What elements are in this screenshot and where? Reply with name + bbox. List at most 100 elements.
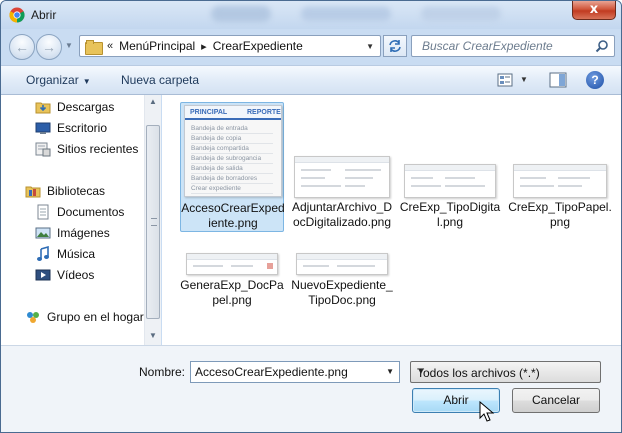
breadcrumb-separator[interactable]: ▸: [201, 40, 207, 53]
thumbnail-line: [301, 177, 325, 179]
thumbnail-line: [193, 265, 223, 267]
scroll-down-icon[interactable]: ▼: [149, 331, 157, 340]
file-list: PRINCIPAL REPORTE Bandeja de entrada Ban…: [162, 95, 621, 345]
organize-menu[interactable]: Organizar ▼: [26, 73, 91, 87]
filename-label: Nombre:: [139, 365, 186, 379]
image-thumbnail: PRINCIPAL REPORTE Bandeja de entrada Ban…: [184, 105, 282, 197]
thumbnail-line: [520, 177, 546, 179]
sidebar-item-musica[interactable]: Música: [35, 245, 95, 263]
sidebar-item-bibliotecas[interactable]: Bibliotecas: [25, 182, 105, 200]
file-item[interactable]: AdjuntarArchivo_DocDigitalizado.png: [290, 102, 394, 252]
refresh-button[interactable]: [383, 35, 407, 57]
file-item[interactable]: CreExp_TipoDigital.png: [398, 102, 502, 232]
thumbnail-line: [345, 177, 373, 179]
sidebar-item-label: Música: [57, 247, 96, 261]
close-button[interactable]: x: [572, 1, 616, 20]
libraries-icon: [25, 186, 41, 198]
sidebar-item-label: Vídeos: [57, 268, 95, 282]
filename-input[interactable]: [195, 362, 375, 382]
sidebar-item-sitios-recientes[interactable]: Sitios recientes: [35, 140, 138, 158]
navigation-scrollbar[interactable]: ▲ ▼: [144, 95, 161, 345]
sidebar-item-label: Grupo en el hogar: [47, 310, 144, 324]
preview-pane-icon[interactable]: [549, 72, 567, 88]
thumbnail-line: [345, 169, 381, 171]
address-bar[interactable]: « MenúPrincipal ▸ CrearExpediente ▼: [79, 35, 381, 57]
recent-locations-dropdown[interactable]: ▼: [65, 41, 73, 50]
homegroup-icon: [27, 312, 39, 323]
desktop-icon: [35, 122, 51, 134]
image-thumbnail: [404, 164, 496, 198]
chevron-down-icon[interactable]: ▼: [417, 367, 594, 376]
scrollbar-thumb[interactable]: [146, 125, 160, 319]
breadcrumb-item[interactable]: CrearExpediente: [213, 39, 303, 53]
cancel-button[interactable]: Cancelar: [512, 388, 600, 413]
search-box[interactable]: [411, 35, 615, 57]
thumbnail-tab: REPORTE: [247, 109, 281, 116]
pictures-icon: [35, 227, 51, 239]
file-name: CreExp_TipoDigital.png: [399, 200, 501, 229]
thumbnail-line: [520, 185, 554, 187]
scroll-up-icon[interactable]: ▲: [149, 97, 157, 106]
file-name: AdjuntarArchivo_DocDigitalizado.png: [291, 200, 393, 229]
thumbnail-line: [337, 265, 375, 267]
thumbnail-header: [187, 254, 277, 260]
forward-button[interactable]: →: [36, 34, 62, 60]
refresh-icon: [389, 40, 401, 52]
background-blur: [211, 6, 271, 22]
filetype-select[interactable]: Todos los archivos (*.*) ▼: [410, 361, 601, 383]
chevron-down-icon[interactable]: ▼: [386, 367, 394, 376]
open-file-dialog: Abrir x ← → ▼ « MenúPrincipal ▸ CrearExp…: [0, 0, 622, 433]
change-view-icon[interactable]: [497, 73, 513, 87]
file-item[interactable]: NuevoExpediente_TipoDoc.png: [290, 235, 394, 310]
dialog-footer: Nombre: ▼ Todos los archivos (*.*) ▼ Abr…: [1, 345, 621, 432]
breadcrumb-item[interactable]: MenúPrincipal: [119, 39, 195, 53]
search-input[interactable]: [422, 36, 597, 56]
file-item[interactable]: CreExp_TipoPapel.png: [508, 102, 612, 232]
window-title: Abrir: [31, 8, 57, 22]
back-button[interactable]: ←: [9, 34, 35, 60]
file-item[interactable]: GeneraExp_DocPapel.png: [180, 235, 284, 310]
filename-combobox[interactable]: ▼: [190, 361, 400, 383]
new-folder-button[interactable]: Nueva carpeta: [121, 73, 199, 87]
title-bar[interactable]: Abrir x: [1, 1, 621, 29]
sidebar-item-videos[interactable]: Vídeos: [35, 266, 94, 284]
thumbnail-menu-item: Bandeja de borradores: [191, 174, 273, 184]
breadcrumb-overflow[interactable]: «: [107, 40, 113, 52]
sidebar-item-imagenes[interactable]: Imágenes: [35, 224, 110, 242]
thumbnail-line: [445, 185, 485, 187]
sidebar-item-descargas[interactable]: Descargas: [35, 98, 114, 116]
sidebar-item-label: Bibliotecas: [47, 184, 106, 198]
help-button[interactable]: ?: [586, 71, 604, 89]
chevron-down-icon[interactable]: ▼: [366, 42, 374, 51]
videos-icon: [35, 269, 51, 281]
thumbnail-line: [411, 177, 433, 179]
sidebar-item-label: Sitios recientes: [57, 142, 139, 156]
thumbnail-mark: [267, 263, 273, 269]
folder-icon: [85, 39, 103, 55]
thumbnail-line: [558, 185, 582, 187]
view-options-dropdown[interactable]: ▼: [520, 75, 528, 84]
sidebar-item-escritorio[interactable]: Escritorio: [35, 119, 107, 137]
sidebar-item-grupo-hogar[interactable]: Grupo en el hogar: [25, 308, 144, 326]
image-thumbnail: [294, 156, 390, 198]
sidebar-item-label: Documentos: [57, 205, 125, 219]
music-icon: [37, 246, 49, 261]
search-icon[interactable]: [595, 39, 609, 53]
command-bar: Organizar ▼ Nueva carpeta ▼ ?: [1, 65, 621, 95]
sidebar-item-label: Descargas: [57, 100, 115, 114]
thumbnail-tab: PRINCIPAL: [190, 109, 228, 116]
file-name: GeneraExp_DocPapel.png: [180, 278, 284, 307]
thumbnail-header: [295, 157, 389, 163]
thumbnail-line: [231, 265, 253, 267]
thumbnail-header: [297, 254, 387, 260]
thumbnail-menu-item: Crear expediente: [191, 184, 273, 194]
image-thumbnail: [296, 253, 388, 275]
image-thumbnail: [186, 253, 278, 275]
thumbnail-menu-item: Bandeja de entrada: [191, 124, 273, 134]
thumbnail-menu-item: Bandeja de subrogancia: [191, 154, 273, 164]
sidebar-item-documentos[interactable]: Documentos: [35, 203, 124, 221]
thumbnail-menu-item: Bandeja compartida: [191, 144, 273, 154]
file-item[interactable]: PRINCIPAL REPORTE Bandeja de entrada Ban…: [180, 102, 285, 232]
thumbnail-line: [558, 177, 590, 179]
file-thumbnail: [508, 102, 612, 198]
